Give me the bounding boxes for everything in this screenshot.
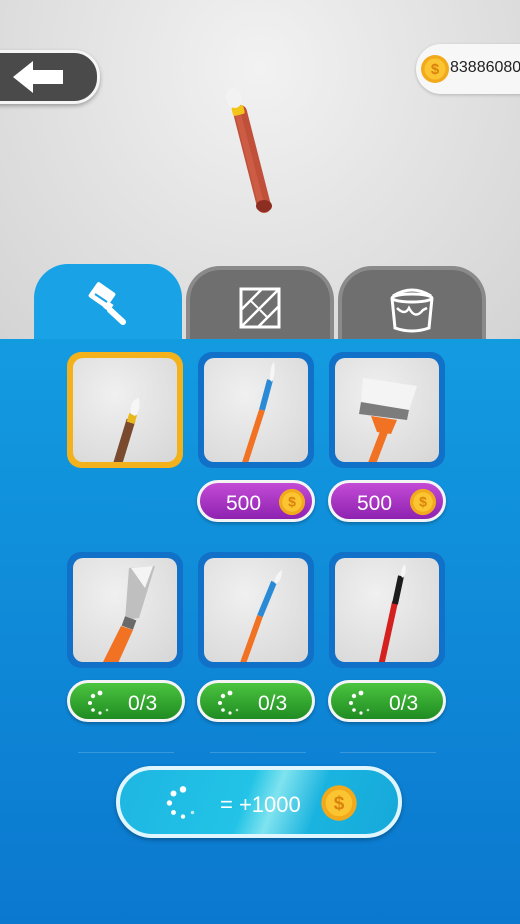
divider [210, 752, 306, 753]
coin-icon: $ [421, 55, 449, 83]
coin-amount: 83886080 [450, 59, 520, 76]
thin-brown-brush-icon [113, 398, 140, 462]
progress-label: 0/3 [258, 692, 288, 715]
loading-spinner-icon [166, 786, 195, 819]
loading-spinner-icon [88, 690, 109, 715]
red-black-brush-icon [378, 564, 406, 662]
svg-text:$: $ [334, 793, 345, 814]
svg-text:$: $ [431, 61, 440, 78]
coin-counter: $ 83886080 [416, 44, 520, 94]
tool-card-palette-knife[interactable] [67, 552, 183, 668]
loading-spinner-icon [218, 690, 239, 715]
coin-icon: $ [409, 488, 437, 516]
tool-card-red-black-brush[interactable] [329, 552, 445, 668]
coin-icon: $ [278, 488, 306, 516]
palette-knife-icon [103, 566, 155, 662]
tile-pattern-icon [239, 287, 281, 329]
blue-orange-brush-icon [242, 362, 275, 462]
brush-preview [225, 88, 272, 213]
unlock-progress-red-black-brush[interactable]: 0/3 [328, 680, 446, 722]
progress-label: 0/3 [128, 692, 158, 715]
tool-card-wide-paint-brush[interactable] [329, 352, 445, 468]
wide-paint-brush-icon [359, 378, 417, 462]
paint-bucket-icon [390, 288, 434, 333]
buy-button-wide-paint-brush[interactable]: 500 $ [328, 480, 446, 522]
tool-card-blue-orange-brush[interactable] [198, 352, 314, 468]
back-button[interactable] [0, 50, 100, 104]
paint-brush-icon [88, 282, 126, 325]
price-label: 500 [226, 492, 262, 515]
loading-spinner-icon [349, 690, 370, 715]
divider [340, 752, 436, 753]
tool-card-thin-brown-brush[interactable] [67, 352, 183, 468]
divider [78, 752, 174, 753]
unlock-progress-palette-knife[interactable]: 0/3 [67, 680, 185, 722]
tab-brushes[interactable] [34, 264, 182, 344]
buy-button-blue-orange-brush[interactable]: 500 $ [197, 480, 315, 522]
svg-text:$: $ [419, 494, 427, 510]
blue-fine-brush-icon [240, 570, 282, 662]
svg-text:$: $ [288, 494, 296, 510]
coin-icon: $ [321, 785, 357, 821]
tool-card-blue-fine-brush[interactable] [198, 552, 314, 668]
tab-patterns[interactable] [186, 266, 334, 342]
progress-label: 0/3 [389, 692, 419, 715]
bonus-label: = +1000 [220, 792, 301, 817]
unlock-progress-blue-fine-brush[interactable]: 0/3 [197, 680, 315, 722]
price-label: 500 [357, 492, 393, 515]
arrow-left-icon [13, 61, 63, 93]
tab-paint-buckets[interactable] [338, 266, 486, 342]
watch-ad-bonus-button[interactable]: = +1000 $ [116, 766, 402, 838]
